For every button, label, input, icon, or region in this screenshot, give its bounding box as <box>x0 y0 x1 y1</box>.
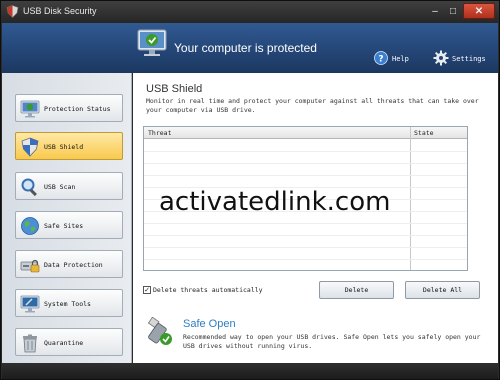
sidebar-item-usb-scan[interactable]: USB Scan <box>15 172 123 200</box>
safe-open-description: Recommended way to open your USB drives.… <box>183 333 481 350</box>
protection-status-text: Your computer is protected <box>174 41 317 55</box>
gear-icon[interactable] <box>433 50 449 66</box>
auto-delete-checkbox[interactable]: ✓ <box>143 286 151 294</box>
row-separator <box>144 259 467 260</box>
row-separator <box>144 235 467 236</box>
title-bar[interactable]: USB Disk Security – □ ✕ <box>1 1 499 23</box>
sidebar-item-protection-status[interactable]: Protection Status <box>15 94 123 122</box>
row-separator <box>144 223 467 224</box>
watermark-text: activatedlink.com <box>159 187 391 217</box>
usb-drive-icon <box>147 317 172 345</box>
row-separator <box>144 151 467 152</box>
svg-text:?: ? <box>378 55 383 65</box>
delete-all-button[interactable]: Delete All <box>405 281 480 299</box>
column-header-state[interactable]: State <box>414 129 434 137</box>
sidebar-item-label: Safe Sites <box>44 222 84 230</box>
minimize-button[interactable]: – <box>427 3 443 19</box>
sidebar-item-label: Protection Status <box>44 105 111 113</box>
sidebar-item-usb-shield[interactable]: USB Shield <box>15 132 123 160</box>
help-link[interactable]: Help <box>392 55 409 63</box>
sidebar-item-quarantine[interactable]: Quarantine <box>15 328 123 356</box>
delete-button[interactable]: Delete <box>319 281 394 299</box>
header-banner: Your computer is protected ? Help Settin… <box>2 23 498 73</box>
sidebar-item-label: USB Shield <box>44 143 84 151</box>
sidebar-item-system-tools[interactable]: System Tools <box>15 289 123 317</box>
column-header-threat[interactable]: Threat <box>148 129 171 137</box>
sidebar-item-label: Quarantine <box>44 339 84 347</box>
drive-lock-icon <box>20 259 40 273</box>
monitor-check-icon <box>20 100 40 118</box>
globe-icon <box>21 217 39 235</box>
maximize-button[interactable]: □ <box>445 3 461 19</box>
auto-delete-label[interactable]: Delete threats automatically <box>153 286 263 294</box>
row-separator <box>144 163 467 164</box>
sidebar-item-safe-sites[interactable]: Safe Sites <box>15 211 123 239</box>
sidebar-item-data-protection[interactable]: Data Protection <box>15 250 123 278</box>
app-shield-icon <box>6 5 19 18</box>
table-header: Threat State <box>144 127 467 139</box>
row-separator <box>144 247 467 248</box>
monitor-check-icon <box>137 29 167 56</box>
page-title: USB Shield <box>146 83 203 95</box>
bottom-frame <box>2 363 498 379</box>
close-button[interactable]: ✕ <box>463 3 495 19</box>
main-panel: USB Shield Monitor in real time and prot… <box>133 73 498 363</box>
settings-link[interactable]: Settings <box>452 55 486 63</box>
window-title: USB Disk Security <box>23 6 97 16</box>
magnifier-icon <box>21 178 37 197</box>
page-description: Monitor in real time and protect your co… <box>146 97 479 114</box>
sidebar: Protection Status USB Shield USB Scan Sa… <box>2 73 132 363</box>
shield-icon <box>21 137 39 157</box>
app-window: USB Disk Security – □ ✕ Your computer is… <box>0 0 500 380</box>
trash-icon <box>23 334 37 353</box>
help-icon[interactable]: ? <box>374 51 388 65</box>
safe-open-link[interactable]: Safe Open <box>183 318 236 330</box>
sidebar-item-label: USB Scan <box>44 183 76 191</box>
row-separator <box>144 175 467 176</box>
sidebar-item-label: Data Protection <box>44 261 103 269</box>
monitor-tools-icon <box>20 295 40 313</box>
sidebar-item-label: System Tools <box>44 300 91 308</box>
